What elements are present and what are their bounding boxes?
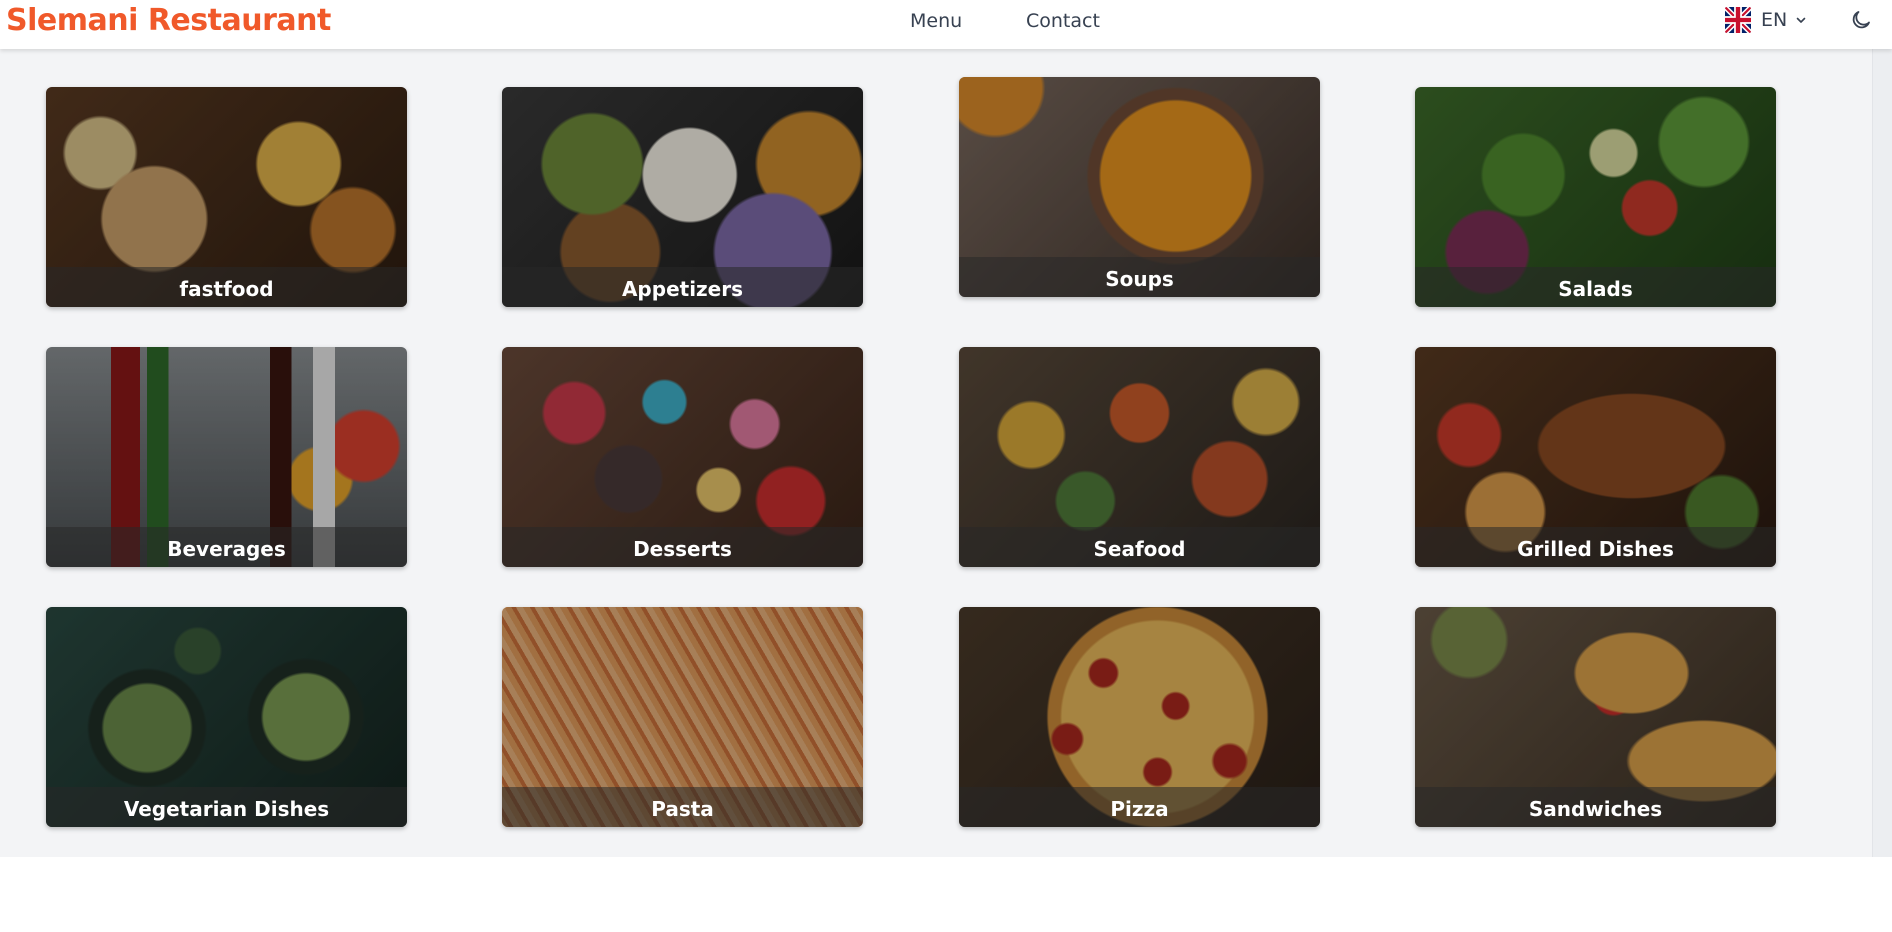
category-card-appetizers[interactable]: Appetizers [502,87,863,307]
card-label-bar: Salads [1415,267,1776,307]
card-label: Salads [1558,277,1633,301]
category-card-fastfood[interactable]: fastfood [46,87,407,307]
scrollbar[interactable] [1872,49,1892,857]
card-label: Seafood [1093,537,1186,561]
card-label-bar: Appetizers [502,267,863,307]
navbar: Slemani Restaurant Menu Contact EN [0,0,1892,49]
nav-link-contact[interactable]: Contact [1026,9,1100,33]
moon-icon[interactable] [1849,8,1873,32]
category-card-sandwiches[interactable]: Sandwiches [1415,607,1776,827]
category-card-pasta[interactable]: Pasta [502,607,863,827]
category-card-vegetarian-dishes[interactable]: Vegetarian Dishes [46,607,407,827]
language-code: EN [1761,9,1788,31]
category-card-desserts[interactable]: Desserts [502,347,863,567]
card-label: fastfood [179,277,274,301]
card-label: Soups [1105,267,1174,291]
nav-link-menu[interactable]: Menu [910,9,962,33]
card-label-bar: Seafood [959,527,1320,567]
card-label: Vegetarian Dishes [123,797,330,821]
card-label: Pizza [1110,797,1169,821]
uk-flag-icon [1725,7,1751,33]
category-card-seafood[interactable]: Seafood [959,347,1320,567]
category-grid: fastfood Appetizers Soups Salads Beverag… [0,49,1892,857]
card-label-bar: fastfood [46,267,407,307]
card-label-bar: Grilled Dishes [1415,527,1776,567]
card-label: Pasta [651,797,714,821]
category-card-beverages[interactable]: Beverages [46,347,407,567]
brand-logo[interactable]: Slemani Restaurant [6,4,331,38]
card-label-bar: Pizza [959,787,1320,827]
category-card-soups[interactable]: Soups [959,77,1320,297]
card-label: Beverages [167,537,286,561]
card-label-bar: Vegetarian Dishes [46,787,407,827]
card-label-bar: Beverages [46,527,407,567]
category-card-salads[interactable]: Salads [1415,87,1776,307]
category-card-pizza[interactable]: Pizza [959,607,1320,827]
card-label-bar: Sandwiches [1415,787,1776,827]
card-label-bar: Soups [959,257,1320,297]
card-label: Grilled Dishes [1517,537,1674,561]
language-selector[interactable]: EN [1725,7,1807,33]
card-label-bar: Pasta [502,787,863,827]
card-label: Desserts [633,537,732,561]
card-label: Sandwiches [1528,797,1663,821]
card-label-bar: Desserts [502,527,863,567]
chevron-down-icon [1796,17,1806,23]
category-card-grilled-dishes[interactable]: Grilled Dishes [1415,347,1776,567]
card-label: Appetizers [621,277,744,301]
